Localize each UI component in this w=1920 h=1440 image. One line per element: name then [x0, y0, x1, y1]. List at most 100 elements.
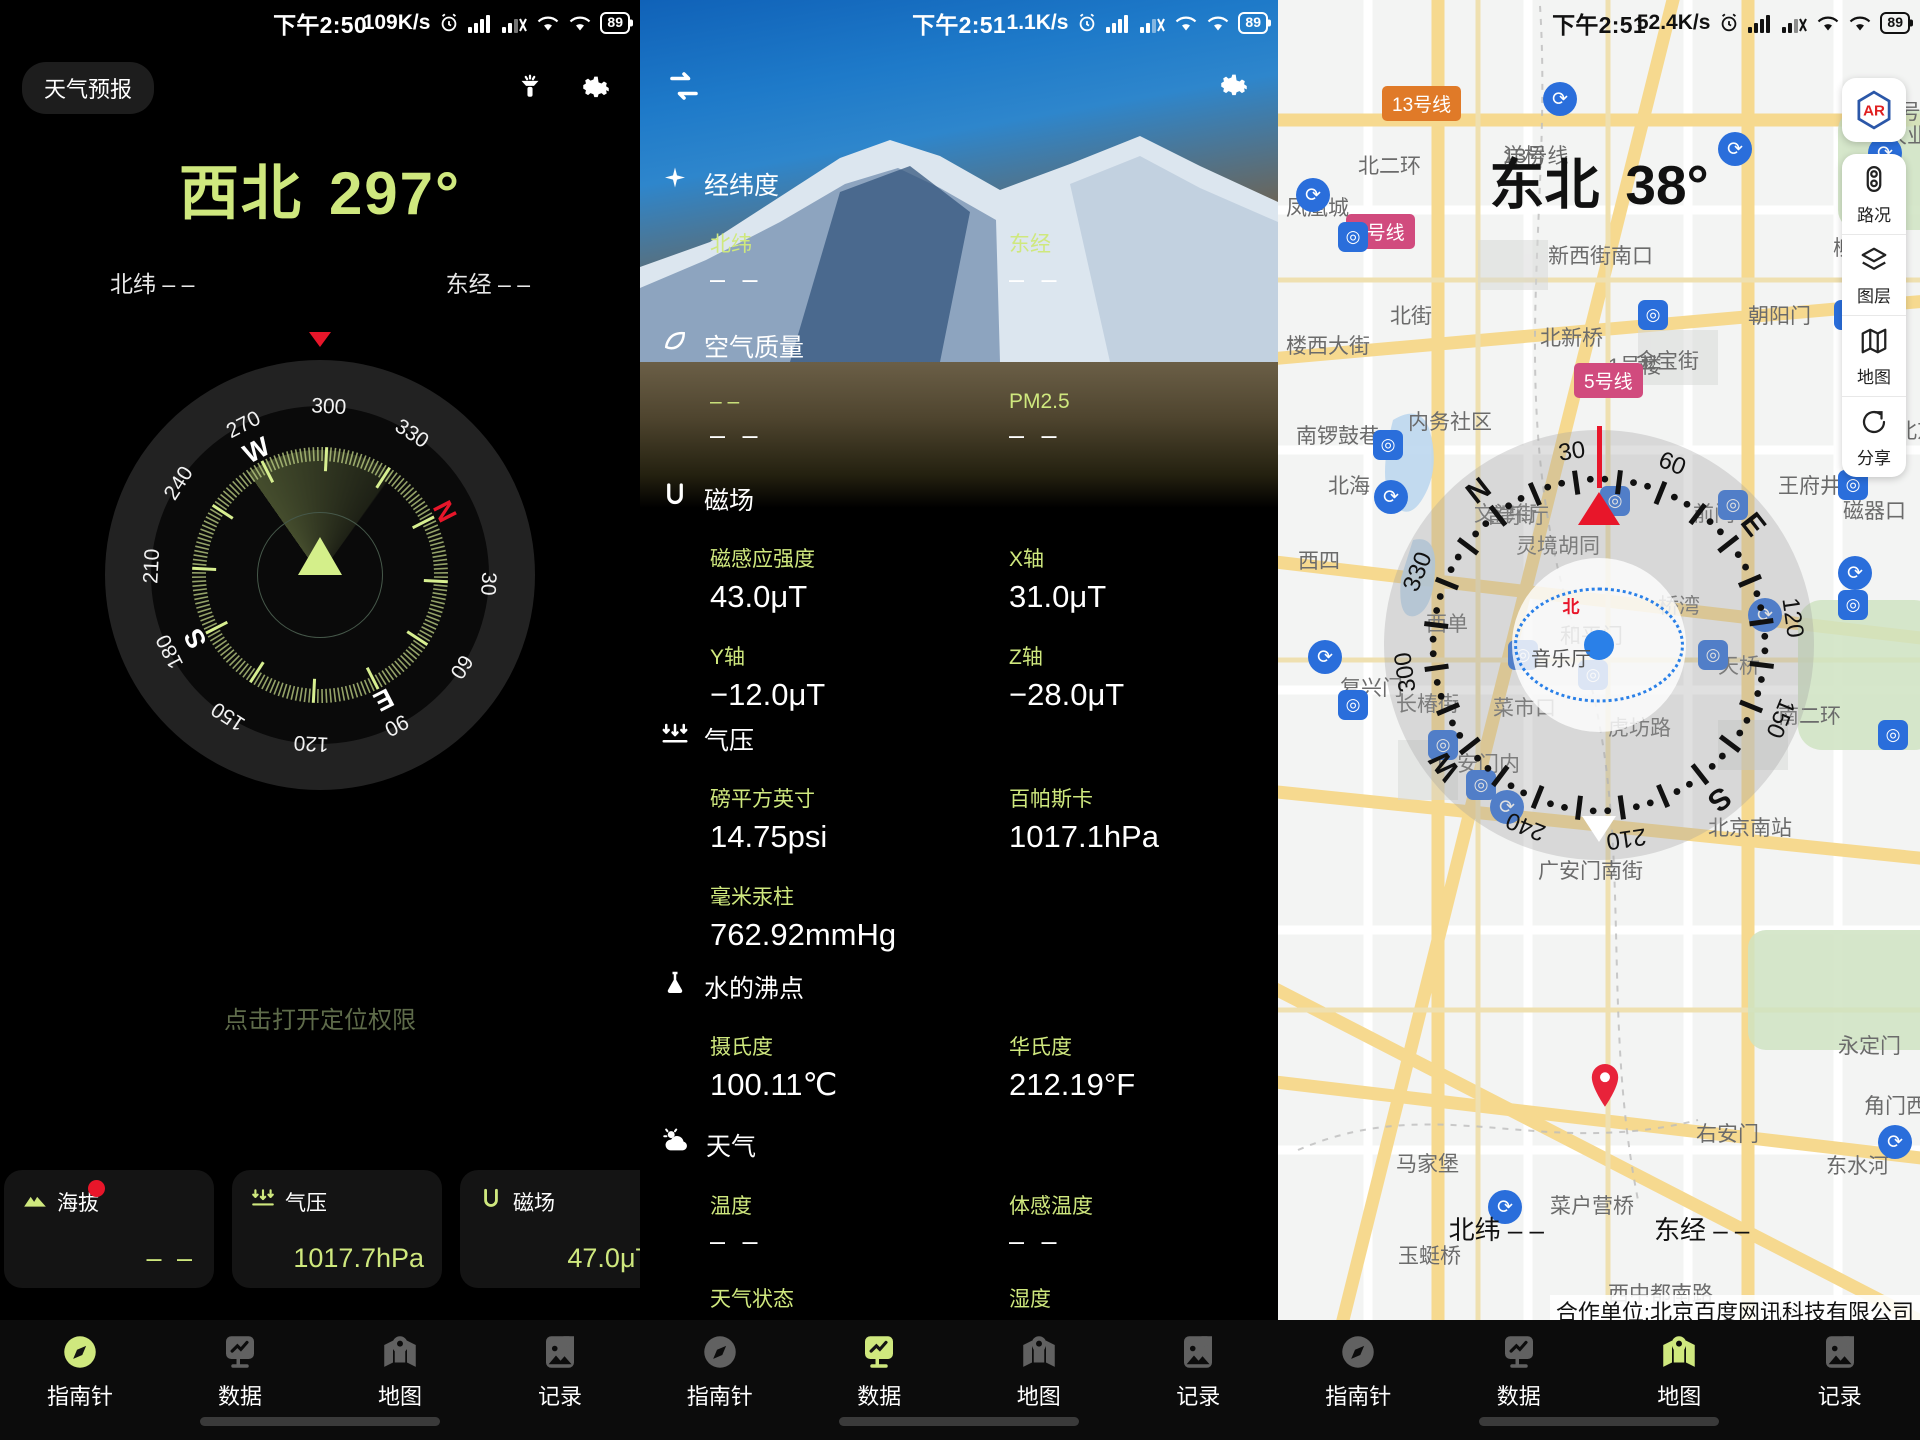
refresh-icon[interactable]	[662, 64, 706, 108]
subway-station-icon[interactable]: ◎	[1878, 720, 1908, 750]
field-label: 天气状态	[710, 1288, 794, 1311]
home-indicator	[200, 1417, 440, 1426]
svg-text:120: 120	[1776, 596, 1808, 639]
tool-layers[interactable]: 图层	[1842, 235, 1906, 316]
tab-map[interactable]: 地图	[1599, 1330, 1760, 1411]
tab-compass[interactable]: 指南针	[0, 1330, 160, 1411]
longitude-label: 东经 – –	[445, 271, 530, 297]
north-indicator-marker	[309, 332, 331, 347]
map-poi-label: 楼西大街	[1286, 335, 1370, 358]
svg-text:E: E	[1734, 507, 1772, 543]
field-value: – –	[1009, 420, 1062, 450]
wifi-icon-2	[1848, 13, 1872, 33]
tab-map[interactable]: 地图	[320, 1330, 480, 1411]
gear-icon[interactable]	[574, 66, 618, 110]
status-bar-2: 下午2:51 1.1K/s 89	[640, 0, 1278, 46]
field-value: – –	[710, 1226, 763, 1256]
status-icons: 1.1K/s 89	[1007, 11, 1268, 35]
compass-icon	[698, 1330, 742, 1374]
subway-station-icon[interactable]: ◎	[1838, 590, 1868, 620]
record-icon	[1176, 1330, 1220, 1374]
gear-icon[interactable]	[1212, 64, 1256, 108]
section-pressure: 气压 磅平方英寸 14.75psi 百帕斯卡 1017.1hPa 毫米汞柱 762.9…	[640, 720, 1278, 953]
tab-label: 数据	[1496, 1384, 1541, 1409]
signal-bars-icon-1	[1748, 13, 1774, 33]
panel-compass: 下午2:50 109K/s 89 天气预报 西北 297° 北纬 – – 东经 …	[0, 0, 640, 1440]
home-indicator	[839, 1417, 1079, 1426]
field-label: PM2.5	[1009, 390, 1070, 413]
map-poi-label: 右安门	[1696, 1123, 1759, 1146]
interchange-icon[interactable]: ⟳	[1308, 640, 1342, 674]
status-time: 下午2:51	[1552, 12, 1646, 38]
tab-label: 指南针	[46, 1384, 113, 1409]
tab-label: 数据	[857, 1384, 902, 1409]
field-value: – –	[710, 264, 763, 294]
subway-station-icon[interactable]: ◎	[1638, 300, 1668, 330]
dial-ticks-and-labels: 306090120150180210240270 300330NESW	[139, 394, 500, 756]
map-poi-label: 永定门	[1838, 1035, 1901, 1058]
status-icons: 52.4K/s 89	[1637, 11, 1910, 35]
tab-bar-3: 指南针 数据 地图 记录	[1278, 1320, 1920, 1440]
tab-label: 地图	[377, 1384, 422, 1409]
tab-data[interactable]: 数据	[160, 1330, 320, 1411]
card-value: 47.0μT	[567, 1243, 640, 1273]
field-label: X轴	[1009, 548, 1045, 571]
ar-button[interactable]: AR	[1842, 78, 1906, 142]
status-time: 下午2:50	[273, 12, 367, 38]
section-title: 气压	[704, 726, 755, 755]
svg-text:120: 120	[293, 731, 329, 756]
subway-station-icon[interactable]: ◎	[1338, 690, 1368, 720]
tab-compass[interactable]: 指南针	[1278, 1330, 1439, 1411]
status-bar-1: 下午2:50 109K/s 89	[0, 0, 640, 46]
alarm-icon	[1076, 12, 1098, 34]
tab-label: 数据	[217, 1384, 262, 1409]
flashlight-icon[interactable]	[508, 66, 552, 110]
tool-share[interactable]: 分享	[1842, 397, 1906, 477]
tool-map[interactable]: 地图	[1842, 316, 1906, 397]
battery-indicator: 89	[1238, 12, 1268, 34]
battery-indicator: 89	[600, 12, 630, 34]
map-pin-marker[interactable]	[1588, 1064, 1622, 1113]
field-label: 东经	[1009, 233, 1051, 256]
data-icon	[857, 1330, 901, 1374]
interchange-icon[interactable]: ⟳	[1878, 1125, 1912, 1159]
compass-dial[interactable]: 30 60 90 120 150 180 210 240 270 300 330 N E S W	[105, 332, 535, 790]
panel-map: 13号线 5号线 5号线 13号线5号线凤凰城新西街南口柳芳农业展览馆朝阳门北二…	[1278, 0, 1920, 1440]
tab-data[interactable]: 数据	[800, 1330, 960, 1411]
weather-forecast-button[interactable]: 天气预报	[22, 62, 155, 114]
heading-direction: 西北	[178, 160, 303, 227]
section-title: 水的沸点	[704, 974, 805, 1003]
interchange-icon[interactable]: ⟳	[1838, 556, 1872, 590]
map-poi-label: 北新桥	[1540, 327, 1603, 350]
svg-text:300: 300	[1389, 651, 1421, 694]
field-value: 1017.1hPa	[1009, 819, 1159, 854]
magnet-icon	[478, 1186, 504, 1218]
signal-bars-icon-2	[1140, 13, 1166, 33]
map-poi-label: 朝阳门	[1748, 305, 1811, 328]
field-value: – –	[1009, 1226, 1062, 1256]
field-label: 百帕斯卡	[1009, 788, 1093, 811]
magnet-icon	[660, 480, 690, 517]
tab-record[interactable]: 记录	[480, 1330, 640, 1411]
panel1-toolbar: 天气预报	[0, 58, 640, 118]
compass-icon	[58, 1330, 102, 1374]
tab-data[interactable]: 数据	[1439, 1330, 1600, 1411]
interchange-icon[interactable]: ⟳	[1543, 82, 1577, 116]
tab-compass[interactable]: 指南针	[640, 1330, 800, 1411]
panel2-toolbar	[640, 56, 1278, 116]
tab-map[interactable]: 地图	[959, 1330, 1119, 1411]
location-permission-hint[interactable]: 点击打开定位权限	[0, 1000, 640, 1035]
tab-label: 记录	[1817, 1384, 1862, 1409]
map-poi-label: 西四	[1298, 550, 1340, 573]
home-indicator	[1479, 1417, 1719, 1426]
card-magnetic[interactable]: 磁场 47.0μT	[460, 1170, 640, 1288]
tool-traffic[interactable]: 路况	[1842, 154, 1906, 235]
map-tool-list: 路况 图层 地图 分享	[1842, 154, 1906, 477]
subway-station-icon[interactable]: ◎	[1338, 222, 1368, 252]
field-value: – –	[710, 420, 763, 450]
card-altitude[interactable]: 海拔 – –	[4, 1170, 214, 1288]
tab-record[interactable]: 记录	[1119, 1330, 1279, 1411]
card-pressure[interactable]: 气压 1017.7hPa	[232, 1170, 442, 1288]
field-label: 湿度	[1009, 1288, 1051, 1311]
tab-record[interactable]: 记录	[1760, 1330, 1920, 1411]
